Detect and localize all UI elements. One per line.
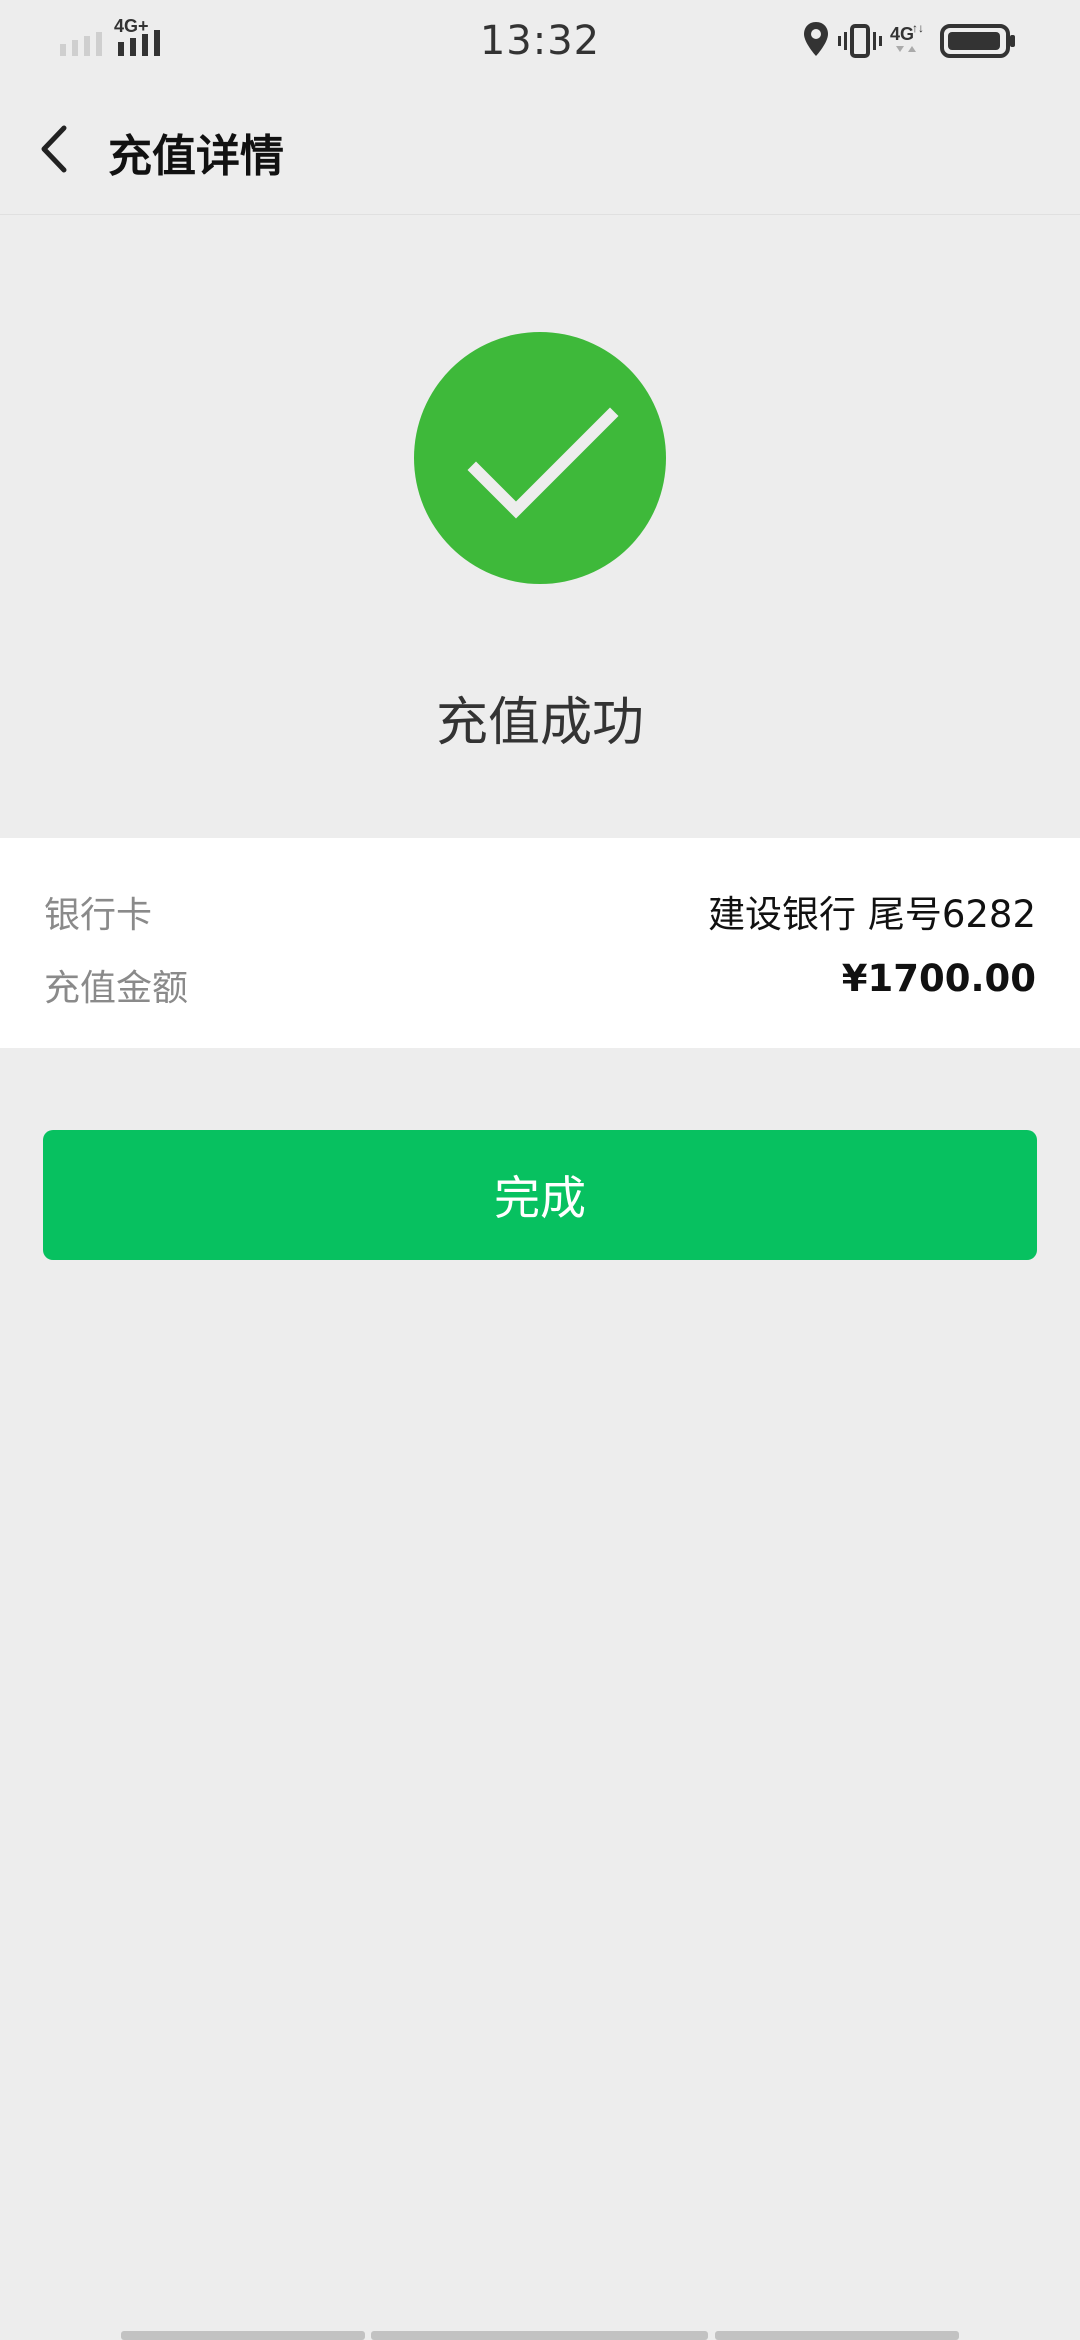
gesture-bar-right	[715, 2331, 959, 2340]
network-right-label: 4G	[890, 24, 914, 44]
nav-bar: 充值详情	[0, 84, 1080, 215]
back-button[interactable]	[28, 114, 88, 184]
page-title: 充值详情	[108, 131, 284, 182]
gesture-bar-center	[371, 2331, 708, 2340]
checkmark-circle-icon	[414, 332, 666, 584]
chevron-left-icon	[41, 125, 67, 173]
done-button[interactable]: 完成	[43, 1130, 1037, 1260]
result-title: 充值成功	[435, 693, 644, 753]
gesture-bar-left	[121, 2331, 365, 2340]
status-bar: 4G+ 13:32 4G ↑↓	[0, 0, 1080, 84]
battery-icon	[940, 24, 1015, 58]
svg-text:↑↓: ↑↓	[912, 21, 924, 35]
detail-label-bank-card: 银行卡	[44, 895, 153, 936]
vibrate-icon	[838, 24, 882, 58]
detail-value-amount: ¥1700.00	[841, 957, 1036, 1000]
status-icons: 4G ↑↓	[804, 21, 1015, 58]
location-icon	[804, 22, 828, 56]
detail-card: 银行卡 建设银行 尾号6282 充值金额 ¥1700.00	[0, 838, 1080, 1048]
detail-label-amount: 充值金额	[44, 968, 189, 1009]
detail-row-amount: 充值金额 ¥1700.00	[44, 953, 1036, 1013]
detail-value-bank-card: 建设银行 尾号6282	[708, 893, 1036, 936]
detail-row-bank-card: 银行卡 建设银行 尾号6282	[44, 880, 1036, 940]
